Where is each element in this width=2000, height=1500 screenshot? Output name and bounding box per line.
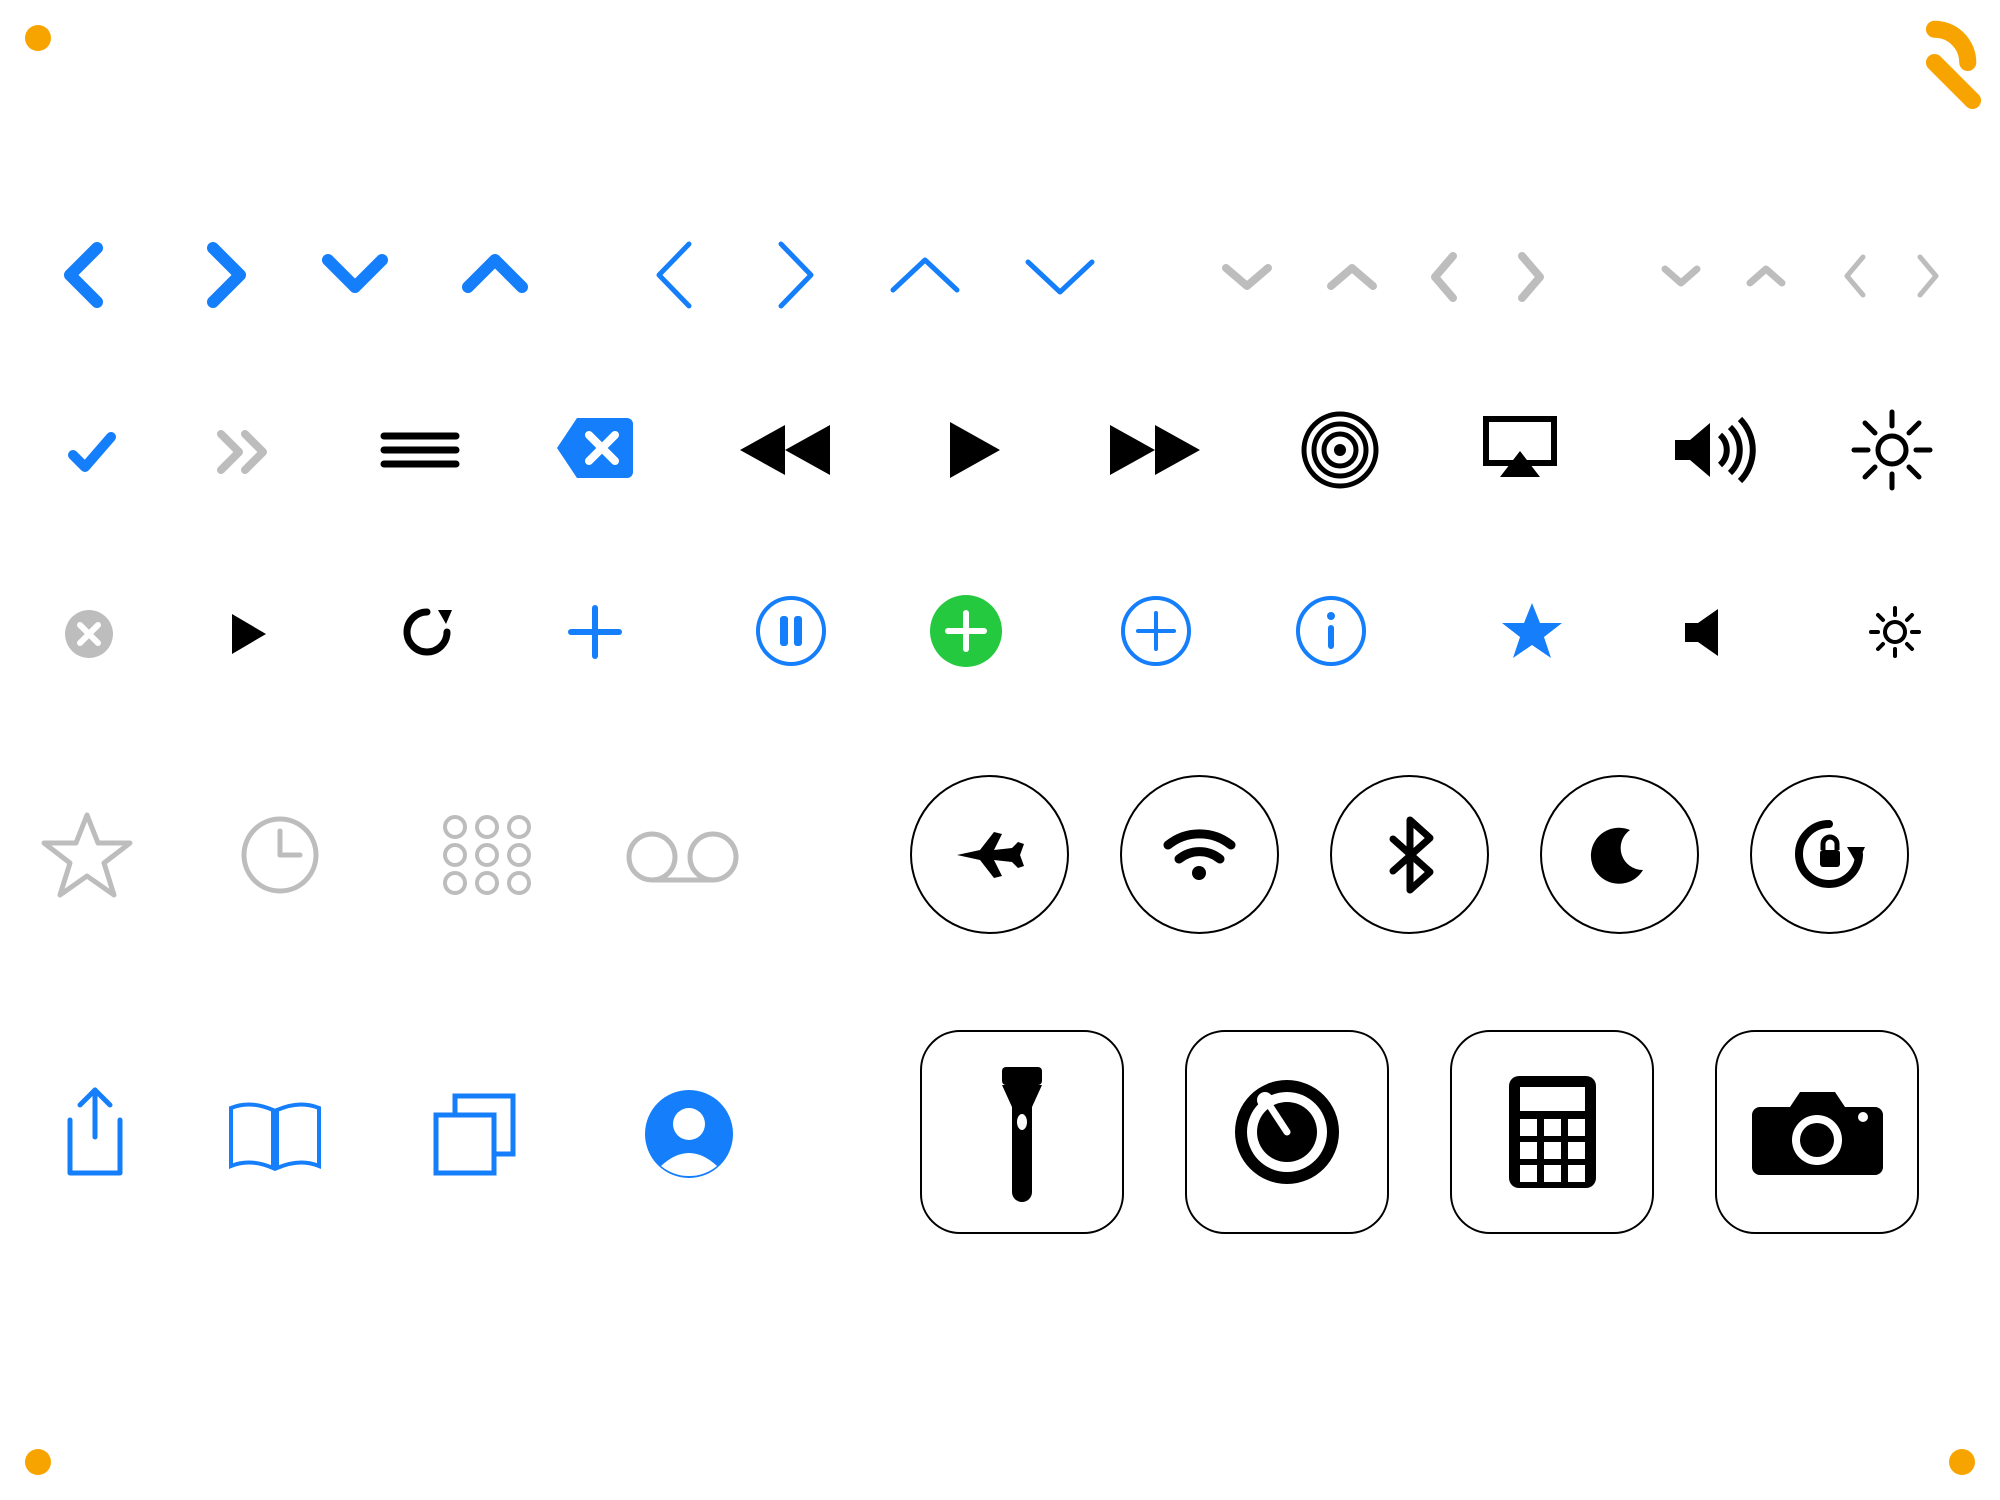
bluetooth-icon bbox=[1385, 815, 1435, 895]
flashlight-button[interactable] bbox=[920, 1030, 1124, 1234]
chevron-left-bold-icon[interactable] bbox=[55, 240, 115, 310]
rotation-lock-button[interactable] bbox=[1750, 775, 1909, 934]
timer-icon bbox=[1230, 1075, 1345, 1190]
volume-mute-icon[interactable] bbox=[1680, 605, 1735, 660]
chevron-left-gray-icon[interactable] bbox=[1425, 250, 1465, 305]
angle-down-thin-icon[interactable] bbox=[1020, 250, 1100, 305]
brightness-full-icon[interactable] bbox=[1850, 408, 1935, 493]
rewind-icon[interactable] bbox=[735, 420, 835, 480]
close-circle-icon[interactable] bbox=[65, 610, 113, 658]
moon-icon bbox=[1585, 820, 1655, 890]
pause-circle-icon[interactable] bbox=[755, 595, 827, 667]
voicemail-icon[interactable] bbox=[625, 830, 740, 885]
share-icon[interactable] bbox=[60, 1085, 130, 1180]
plus-icon[interactable] bbox=[565, 602, 625, 662]
clock-icon[interactable] bbox=[240, 815, 320, 895]
bluetooth-button[interactable] bbox=[1330, 775, 1489, 934]
chevron-up-small-gray-icon[interactable] bbox=[1745, 262, 1787, 292]
corner-dot-bottom-right bbox=[1949, 1449, 1975, 1475]
add-circle-outline-icon[interactable] bbox=[1120, 595, 1192, 667]
timer-button[interactable] bbox=[1185, 1030, 1389, 1234]
star-outline-icon[interactable] bbox=[40, 810, 135, 900]
angle-left-small-gray-icon[interactable] bbox=[1838, 252, 1873, 300]
copy-icon[interactable] bbox=[430, 1090, 520, 1180]
chevron-down-bold-icon[interactable] bbox=[320, 248, 390, 303]
chevron-up-gray-icon[interactable] bbox=[1325, 258, 1380, 298]
chevron-up-bold-icon[interactable] bbox=[460, 248, 530, 303]
airplane-mode-button[interactable] bbox=[910, 775, 1069, 934]
corner-logo-top-right bbox=[1887, 15, 1982, 110]
menu-lines-icon[interactable] bbox=[380, 430, 460, 470]
corner-dot-bottom-left bbox=[25, 1449, 51, 1475]
keypad-icon[interactable] bbox=[440, 815, 535, 895]
chevron-right-bold-icon[interactable] bbox=[195, 240, 255, 310]
angle-right-thin-icon[interactable] bbox=[765, 238, 825, 313]
airdrop-icon[interactable] bbox=[1300, 410, 1380, 490]
icon-sheet bbox=[0, 0, 2000, 1500]
add-circle-green-icon[interactable] bbox=[930, 595, 1002, 667]
camera-icon bbox=[1750, 1082, 1885, 1182]
airplay-icon[interactable] bbox=[1480, 413, 1560, 483]
book-icon[interactable] bbox=[225, 1100, 325, 1175]
refresh-icon[interactable] bbox=[400, 602, 455, 662]
volume-loud-icon[interactable] bbox=[1670, 415, 1760, 485]
delete-tag-icon[interactable] bbox=[555, 415, 633, 481]
calculator-icon bbox=[1505, 1072, 1600, 1192]
star-filled-icon[interactable] bbox=[1500, 600, 1564, 662]
fast-forward-icon[interactable] bbox=[1105, 420, 1205, 480]
do-not-disturb-button[interactable] bbox=[1540, 775, 1699, 934]
calculator-button[interactable] bbox=[1450, 1030, 1654, 1234]
wifi-icon bbox=[1162, 825, 1237, 885]
chevron-down-small-gray-icon[interactable] bbox=[1660, 262, 1702, 292]
camera-button[interactable] bbox=[1715, 1030, 1919, 1234]
angle-left-thin-icon[interactable] bbox=[645, 238, 705, 313]
wifi-button[interactable] bbox=[1120, 775, 1279, 934]
flashlight-icon bbox=[992, 1062, 1052, 1202]
airplane-icon bbox=[952, 820, 1027, 890]
brightness-low-icon[interactable] bbox=[1865, 602, 1925, 662]
contact-icon[interactable] bbox=[645, 1090, 733, 1178]
chevron-right-gray-icon[interactable] bbox=[1510, 250, 1550, 305]
angle-up-thin-icon[interactable] bbox=[885, 250, 965, 305]
play-icon[interactable] bbox=[945, 418, 1005, 482]
info-circle-icon[interactable] bbox=[1295, 595, 1367, 667]
checkmark-icon[interactable] bbox=[65, 425, 120, 480]
double-chevron-right-icon[interactable] bbox=[215, 428, 280, 476]
play-small-icon[interactable] bbox=[228, 610, 270, 658]
rotation-lock-icon bbox=[1787, 812, 1872, 897]
angle-right-small-gray-icon[interactable] bbox=[1910, 252, 1945, 300]
chevron-down-gray-icon[interactable] bbox=[1220, 258, 1275, 298]
corner-dot-top-left bbox=[25, 25, 51, 51]
